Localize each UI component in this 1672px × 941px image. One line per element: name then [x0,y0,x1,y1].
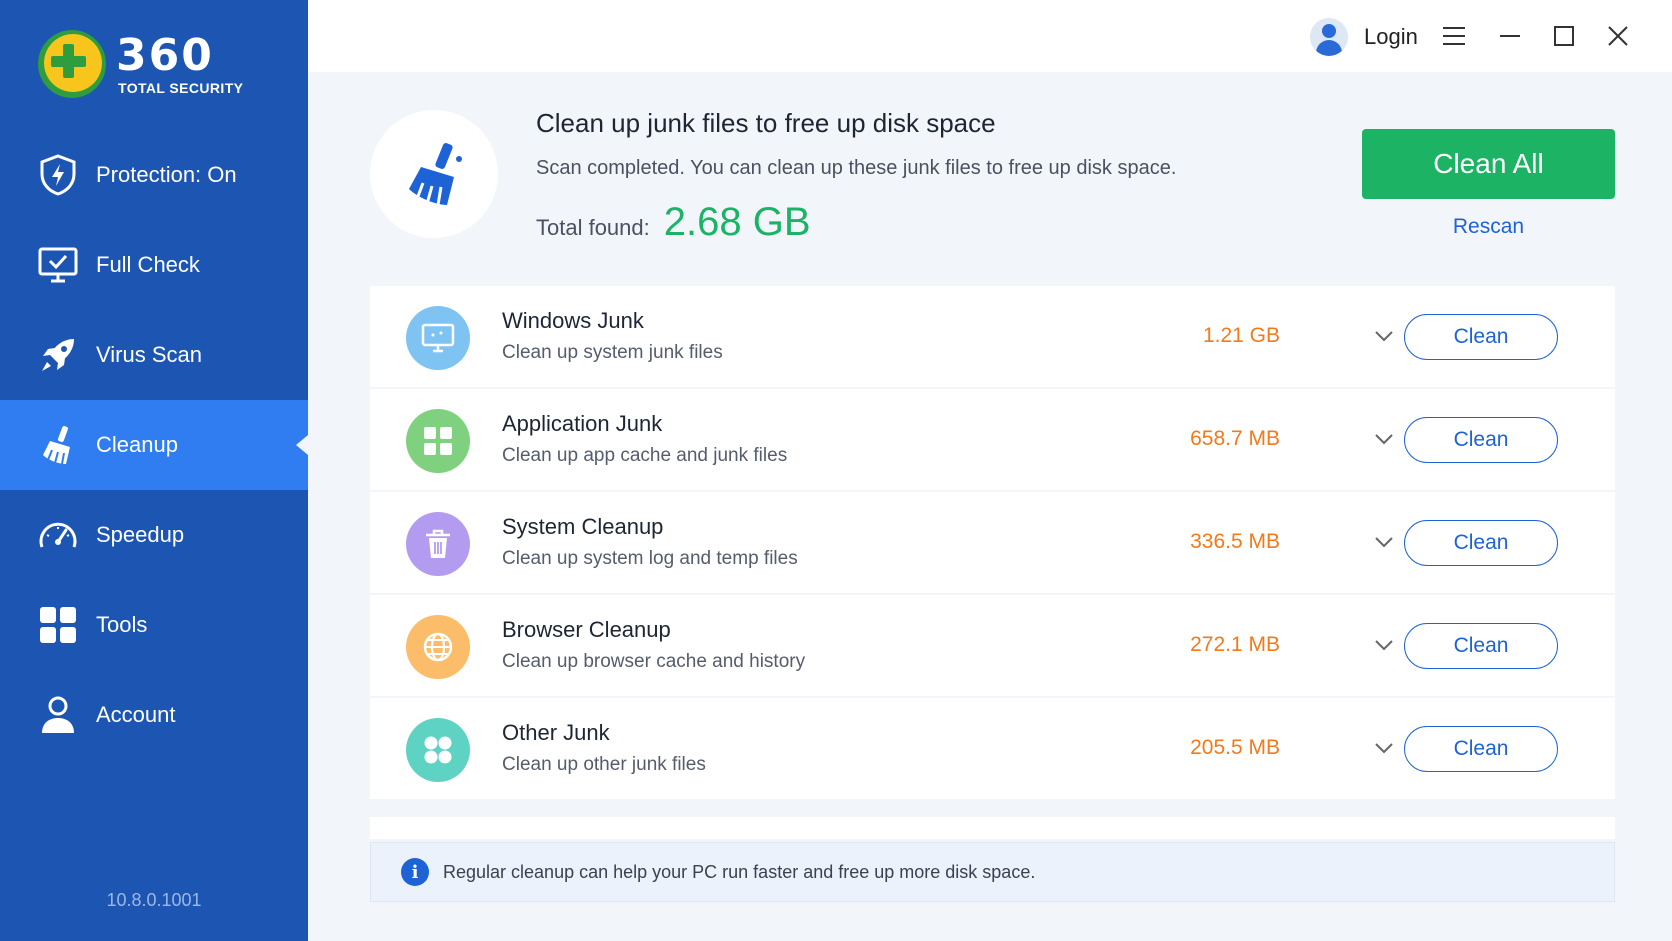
sidebar-item-label: Account [96,702,176,727]
login-label: Login [1364,24,1418,49]
sidebar-item-speedup[interactable]: Speedup [0,490,308,580]
sidebar-item-tools[interactable]: Tools [0,580,308,670]
title-bar: Login [308,0,1672,72]
close-icon[interactable] [1602,20,1634,52]
avatar-icon [1310,18,1348,56]
rescan-link[interactable]: Rescan [1362,215,1615,239]
rocket-icon [36,333,80,377]
broom-icon [36,423,80,467]
total-found-value: 2.68 GB [663,200,811,244]
logo-subtitle: TOTAL SECURITY [118,80,244,96]
sidebar-item-label: Cleanup [96,432,178,457]
item-title: Application Junk [502,411,663,436]
login-button[interactable]: Login [1310,18,1418,56]
sidebar-item-full-check[interactable]: Full Check [0,220,308,310]
item-size: 658.7 MB [1190,427,1280,450]
sidebar-item-label: Tools [96,612,148,637]
list-item-windows-junk: Windows Junk Clean up system junk files … [370,286,1615,387]
page-title: Clean up junk files to free up disk spac… [536,108,996,138]
item-title: System Cleanup [502,514,664,539]
chevron-down-icon[interactable] [1372,530,1396,554]
apps-grid-icon [406,409,470,473]
sidebar-item-label: Protection: On [96,162,237,187]
item-size: 336.5 MB [1190,530,1280,553]
monitor-icon [406,306,470,370]
chevron-down-icon[interactable] [1372,324,1396,348]
total-found: Total found: 2.68 GB [536,200,811,245]
junk-category-list: Windows Junk Clean up system junk files … [370,286,1615,801]
list-item-application-junk: Application Junk Clean up app cache and … [370,389,1615,490]
shield-bolt-icon [36,153,80,197]
item-description: Clean up system log and temp files [502,548,798,569]
chevron-down-icon[interactable] [1372,427,1396,451]
sidebar-item-label: Full Check [96,252,200,277]
app-logo: 360 TOTAL SECURITY [38,30,278,100]
sidebar-item-label: Speedup [96,522,185,547]
divider [370,817,1615,839]
chevron-down-icon[interactable] [1372,736,1396,760]
total-found-label: Total found: [536,215,650,240]
trash-icon [406,512,470,576]
item-description: Clean up browser cache and history [502,651,806,672]
item-size: 1.21 GB [1202,324,1280,347]
scan-status-text: Scan completed. You can clean up these j… [536,157,1177,179]
item-description: Clean up system junk files [502,342,723,363]
item-description: Clean up other junk files [502,754,706,775]
list-item-other-junk: Other Junk Clean up other junk files 205… [370,698,1615,799]
version-label: 10.8.0.1001 [106,890,202,910]
sidebar-item-label: Virus Scan [96,342,202,367]
item-size: 272.1 MB [1190,633,1280,656]
grid-icon [36,603,80,647]
minimize-icon[interactable] [1494,20,1526,52]
monitor-check-icon [36,243,80,287]
user-icon [36,693,80,737]
item-title: Windows Junk [502,308,644,333]
globe-icon [406,615,470,679]
clean-button[interactable]: Clean [1404,520,1558,566]
item-title: Browser Cleanup [502,617,671,642]
sidebar-nav: Protection: On Full Check Virus Scan Cle… [0,130,308,760]
sidebar-item-virus-scan[interactable]: Virus Scan [0,310,308,400]
dots-grid-icon [406,718,470,782]
tip-text: Regular cleanup can help your PC run fas… [443,861,1036,882]
logo-number: 360 [116,30,214,81]
item-size: 205.5 MB [1190,736,1280,759]
clean-all-button[interactable]: Clean All [1362,129,1615,199]
broom-icon [370,110,498,238]
clean-button[interactable]: Clean [1404,417,1558,463]
list-item-browser-cleanup: Browser Cleanup Clean up browser cache a… [370,595,1615,696]
sidebar-item-cleanup[interactable]: Cleanup [0,400,308,490]
list-item-system-cleanup: System Cleanup Clean up system log and t… [370,492,1615,593]
info-icon: i [401,858,429,886]
tip-banner: i Regular cleanup can help your PC run f… [370,842,1615,902]
item-title: Other Junk [502,720,610,745]
sidebar-item-account[interactable]: Account [0,670,308,760]
item-description: Clean up app cache and junk files [502,445,788,466]
logo-badge-icon [38,30,106,98]
sidebar-item-protection[interactable]: Protection: On [0,130,308,220]
sidebar: 360 TOTAL SECURITY Protection: On Full C… [0,0,308,941]
app-window: 360 TOTAL SECURITY Protection: On Full C… [0,0,1672,941]
speedometer-icon [36,513,80,557]
clean-button[interactable]: Clean [1404,623,1558,669]
clean-button[interactable]: Clean [1404,314,1558,360]
menu-icon[interactable] [1438,20,1470,52]
maximize-icon[interactable] [1548,20,1580,52]
chevron-down-icon[interactable] [1372,633,1396,657]
clean-button[interactable]: Clean [1404,726,1558,772]
cleanup-panel: Clean up junk files to free up disk spac… [308,72,1672,941]
